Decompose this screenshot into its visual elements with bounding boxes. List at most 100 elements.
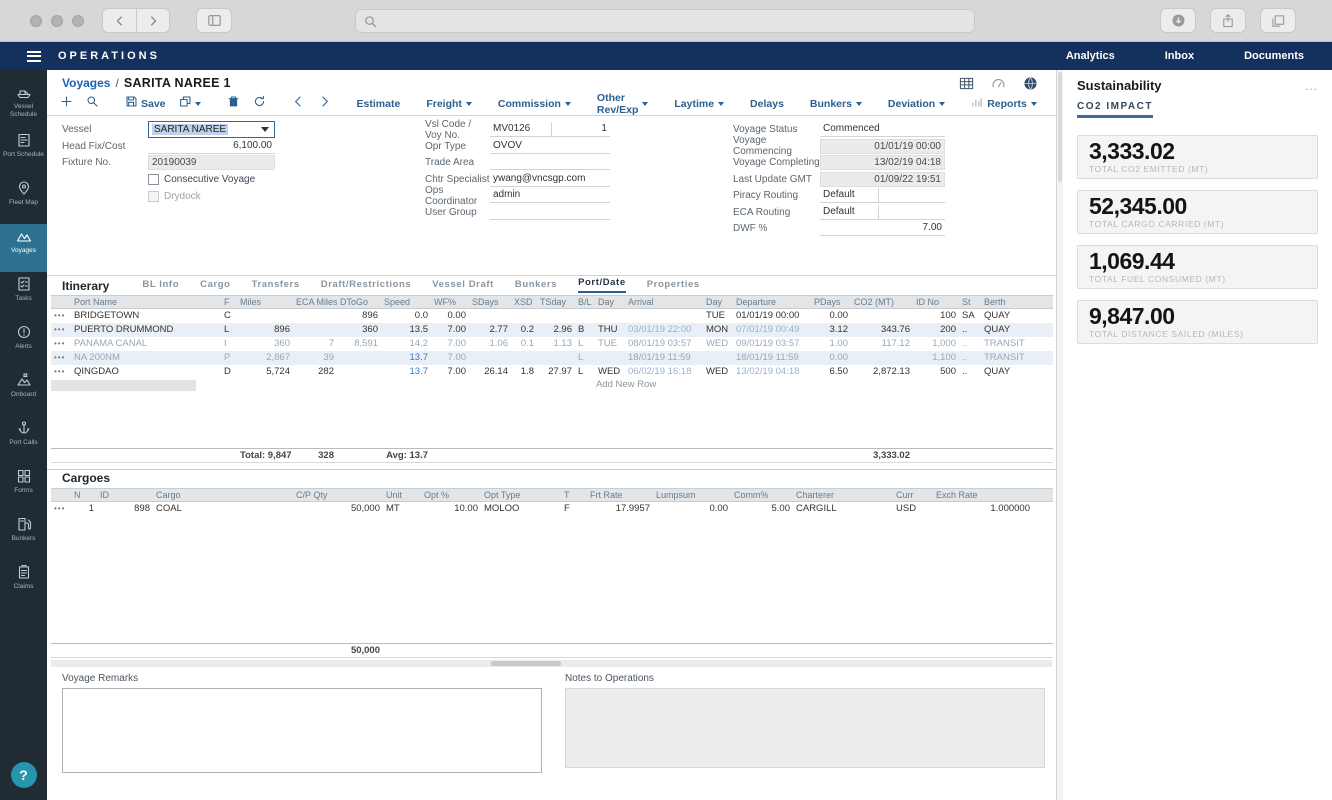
field-value[interactable]: Commenced xyxy=(820,122,945,137)
app-nav-analytics[interactable]: Analytics xyxy=(1066,50,1115,62)
field-value[interactable]: 1 xyxy=(552,122,610,137)
breadcrumb-voyages-link[interactable]: Voyages xyxy=(62,76,110,90)
browser-download-button[interactable] xyxy=(1160,8,1196,33)
copy-button[interactable] xyxy=(176,93,204,115)
tab-transfers[interactable]: Transfers xyxy=(252,279,300,293)
toolbar-menu-freight[interactable]: Freight xyxy=(423,96,475,112)
tab-draft-restrictions[interactable]: Draft/Restrictions xyxy=(321,279,412,293)
checkbox[interactable] xyxy=(148,174,159,185)
main-vertical-scrollbar[interactable] xyxy=(1057,70,1063,800)
field-value[interactable]: ywang@vncsgp.com xyxy=(490,172,610,187)
notes-to-operations-textarea[interactable] xyxy=(565,688,1045,768)
toolbar-menu-other-rev-exp[interactable]: Other Rev/Exp xyxy=(594,90,651,118)
toolbar-menu-deviation[interactable]: Deviation xyxy=(885,96,948,112)
field-value[interactable]: 6,100.00 xyxy=(148,139,275,154)
itinerary-row-bridgetown[interactable]: •••BRIDGETOWNC8960.00.00TUE01/01/19 00:0… xyxy=(51,309,1053,323)
field-value[interactable]: 20190039 xyxy=(148,155,275,170)
globe-icon[interactable] xyxy=(1023,76,1038,91)
field-value[interactable] xyxy=(490,205,610,220)
help-button[interactable]: ? xyxy=(11,762,37,788)
window-close-icon[interactable] xyxy=(30,15,42,27)
sidebar-item-fleet-map[interactable]: Fleet Map xyxy=(0,176,47,224)
search-button[interactable] xyxy=(83,93,102,115)
itinerary-row-puerto-drummond[interactable]: •••PUERTO DRUMMONDL89636013.57.002.770.2… xyxy=(51,323,1053,337)
browser-tabs-button[interactable] xyxy=(1260,8,1296,33)
voyage-remarks-textarea[interactable] xyxy=(62,688,542,773)
hamburger-menu-icon[interactable] xyxy=(27,51,41,62)
cargoes-horizontal-scrollbar[interactable] xyxy=(51,660,1052,667)
field-value[interactable]: admin xyxy=(490,188,610,203)
sidebar-item-tasks[interactable]: Tasks xyxy=(0,272,47,320)
add-new-row-link[interactable]: Add New Row xyxy=(596,379,656,390)
sidebar-item-onboard[interactable]: Onboard xyxy=(0,368,47,416)
panel-overflow-menu-icon[interactable]: ... xyxy=(1305,79,1318,93)
window-minimize-icon[interactable] xyxy=(51,15,63,27)
row-menu-icon[interactable]: ••• xyxy=(51,351,71,365)
toolbar-menu-delays[interactable]: Delays xyxy=(747,96,787,112)
itinerary-row-panama-canal[interactable]: •••PANAMA CANALI36078,59114.27.001.060.1… xyxy=(51,337,1053,351)
sidebar-item-vessel-schedule[interactable]: Vessel Schedule xyxy=(0,80,47,128)
field-value[interactable] xyxy=(490,155,610,170)
window-controls[interactable] xyxy=(30,15,84,27)
prev-button[interactable] xyxy=(289,93,308,115)
sidebar-item-port-schedule[interactable]: Port Schedule xyxy=(0,128,47,176)
sidebar-item-bunkers[interactable]: Bunkers xyxy=(0,512,47,560)
field-value[interactable] xyxy=(879,188,945,203)
browser-forward-button[interactable] xyxy=(136,8,170,33)
refresh-button[interactable] xyxy=(250,93,269,115)
field-value[interactable]: 7.00 xyxy=(820,221,945,236)
itinerary-row-qingdao[interactable]: •••QINGDAOD5,72428213.77.0026.141.827.97… xyxy=(51,365,1053,379)
tab-cargo[interactable]: Cargo xyxy=(200,279,230,293)
browser-back-button[interactable] xyxy=(102,8,136,33)
toolbar-menu-laytime[interactable]: Laytime xyxy=(671,96,727,112)
tab-bunkers[interactable]: Bunkers xyxy=(515,279,557,293)
sidebar-item-forms[interactable]: Forms xyxy=(0,464,47,512)
page-title: SARITA NAREE 1 xyxy=(124,76,231,90)
sidebar-item-alerts[interactable]: Alerts xyxy=(0,320,47,368)
tab-bl-info[interactable]: BL Info xyxy=(142,279,179,293)
delete-button[interactable] xyxy=(224,93,243,115)
tab-properties[interactable]: Properties xyxy=(647,279,700,293)
toolbar-menu-estimate[interactable]: Estimate xyxy=(354,96,404,112)
sidebar-item-claims[interactable]: Claims xyxy=(0,560,47,608)
field-value[interactable]: 01/09/22 19:51 xyxy=(820,172,945,187)
browser-search-field[interactable] xyxy=(355,9,975,33)
tab-co2-impact[interactable]: CO2 IMPACT xyxy=(1077,101,1153,118)
tab-port-date[interactable]: Port/Date xyxy=(578,277,626,293)
row-menu-icon[interactable]: ••• xyxy=(51,309,71,323)
vessel-select[interactable]: SARITA NAREE xyxy=(148,121,275,138)
toolbar-menu-bunkers[interactable]: Bunkers xyxy=(807,96,865,112)
app-nav-documents[interactable]: Documents xyxy=(1244,50,1304,62)
row-menu-icon[interactable]: ••• xyxy=(51,337,71,351)
field-value[interactable]: Default xyxy=(820,205,879,220)
cargo-row-coal[interactable]: •••1898COAL50,000MT10.00MOLOOF17.99570.0… xyxy=(51,502,1053,516)
next-button[interactable] xyxy=(315,93,334,115)
field-value[interactable]: 13/02/19 04:18 xyxy=(820,155,945,170)
browser-share-button[interactable] xyxy=(1210,8,1246,33)
window-zoom-icon[interactable] xyxy=(72,15,84,27)
total-day_d xyxy=(703,449,733,462)
grid-icon[interactable] xyxy=(959,76,974,91)
tab-vessel-draft[interactable]: Vessel Draft xyxy=(432,279,494,293)
checkbox[interactable] xyxy=(148,191,159,202)
row-menu-icon[interactable]: ••• xyxy=(51,365,71,379)
app-nav-inbox[interactable]: Inbox xyxy=(1165,50,1194,62)
row-menu-icon[interactable]: ••• xyxy=(51,502,71,516)
add-button[interactable] xyxy=(57,93,76,115)
sidebar-item-voyages[interactable]: Voyages xyxy=(0,224,47,272)
sidebar-item-port-calls[interactable]: Port Calls xyxy=(0,416,47,464)
toolbar-menu-commission[interactable]: Commission xyxy=(495,96,574,112)
itinerary-row-na-200nm[interactable]: •••NA 200NMP2,8673913.77.00L18/01/19 11:… xyxy=(51,351,1053,365)
save-button[interactable]: Save xyxy=(122,93,169,115)
toolbar-menu-reports[interactable]: Reports xyxy=(968,94,1040,113)
new-row-stub[interactable] xyxy=(51,380,196,391)
row-menu-icon[interactable]: ••• xyxy=(51,323,71,337)
sidebar-item-label: Bunkers xyxy=(1,535,46,543)
field-value[interactable]: MV0126 xyxy=(490,122,552,137)
gauge-icon[interactable] xyxy=(991,76,1006,91)
browser-sidebar-toggle-button[interactable] xyxy=(196,8,232,33)
field-value[interactable] xyxy=(879,205,945,220)
field-value[interactable]: OVOV xyxy=(490,139,610,154)
field-value[interactable]: Default xyxy=(820,188,879,203)
field-value[interactable]: 01/01/19 00:00 xyxy=(820,139,945,154)
